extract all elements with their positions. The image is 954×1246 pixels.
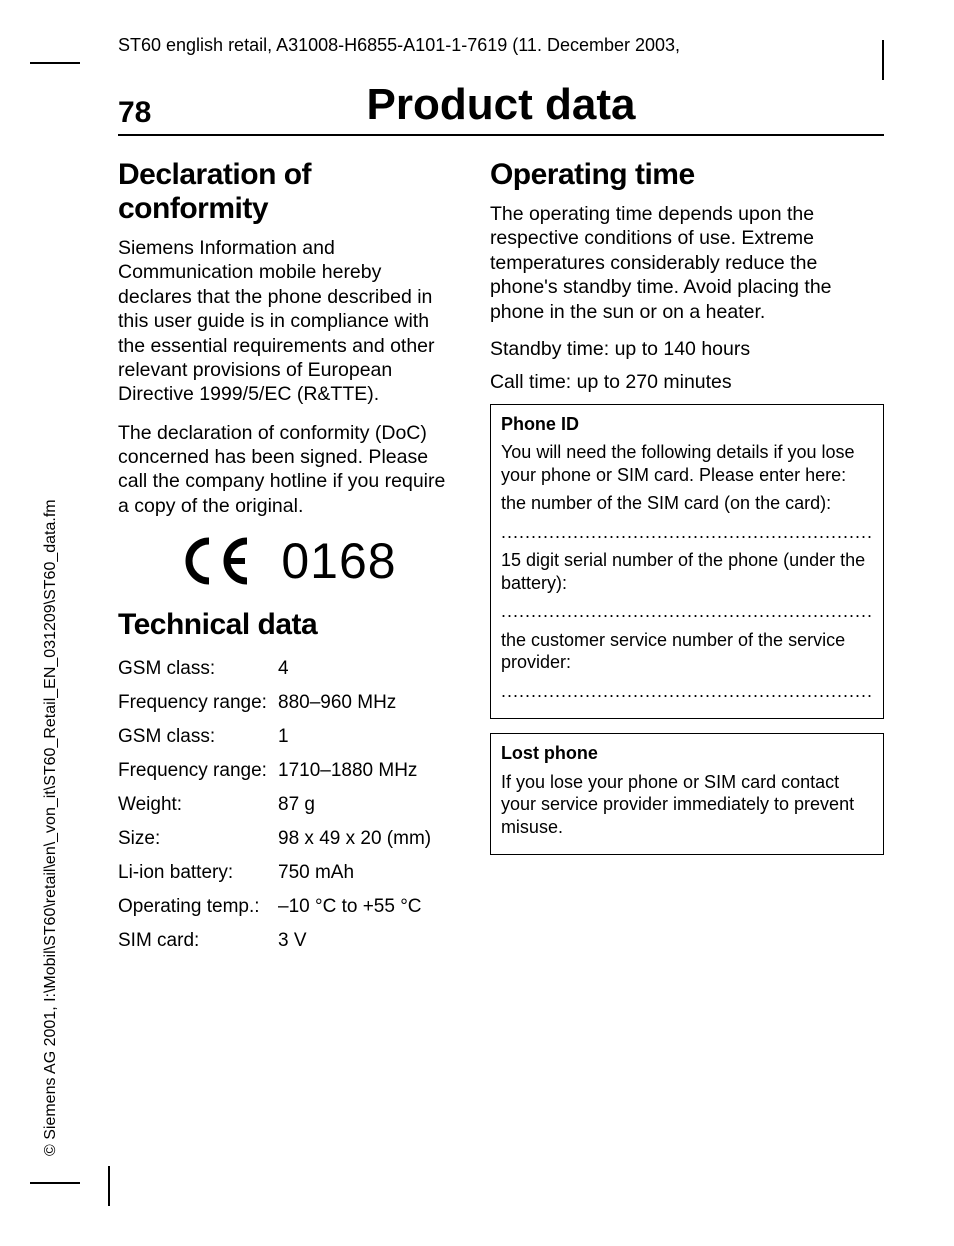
spec-value: 750 mAh [278, 856, 458, 890]
ce-number: 0168 [281, 532, 396, 590]
spec-label: Li-ion battery: [118, 856, 278, 890]
right-column: Operating time The operating time depend… [490, 158, 884, 958]
spec-label: Weight: [118, 788, 278, 822]
call-time: Call time: up to 270 minutes [490, 371, 884, 394]
box-title: Lost phone [501, 742, 873, 765]
operating-time-paragraph: The operating time depends upon the resp… [490, 202, 884, 324]
box-text: 15 digit serial number of the phone (und… [501, 549, 873, 594]
crop-mark [108, 1166, 110, 1206]
table-row: GSM class:4 [118, 652, 458, 686]
crop-mark [30, 62, 80, 64]
fill-in-line[interactable]: ........................................… [501, 600, 873, 623]
declaration-paragraph: The declaration of conformity (DoC) conc… [118, 421, 458, 519]
box-text: the number of the SIM card (on the card)… [501, 492, 873, 515]
spec-value: 98 x 49 x 20 (mm) [278, 822, 458, 856]
lost-phone-box: Lost phone If you lose your phone or SIM… [490, 733, 884, 855]
standby-time: Standby time: up to 140 hours [490, 338, 884, 361]
table-row: Size:98 x 49 x 20 (mm) [118, 822, 458, 856]
table-row: SIM card:3 V [118, 924, 458, 958]
spec-value: 4 [278, 652, 458, 686]
spec-label: Operating temp.: [118, 890, 278, 924]
spec-value: 3 V [278, 924, 458, 958]
declaration-paragraph: Siemens Information and Communication mo… [118, 236, 458, 407]
spec-value: 87 g [278, 788, 458, 822]
spec-label: GSM class: [118, 720, 278, 754]
table-row: Frequency range:880–960 MHz [118, 686, 458, 720]
heading-operating-time: Operating time [490, 158, 884, 192]
page-title: Product data [258, 80, 744, 130]
box-text: the customer service number of the servi… [501, 629, 873, 674]
heading-technical-data: Technical data [118, 608, 458, 642]
fill-in-line[interactable]: ........................................… [501, 680, 873, 703]
heading-declaration: Declaration of conformity [118, 158, 458, 226]
crop-mark [30, 1182, 80, 1184]
left-column: Declaration of conformity Siemens Inform… [118, 158, 458, 958]
ce-mark-block: 0168 [118, 532, 458, 590]
fill-in-line[interactable]: ........................................… [501, 521, 873, 544]
phone-id-box: Phone ID You will need the following det… [490, 404, 884, 720]
running-header: ST60 english retail, A31008-H6855-A101-1… [118, 35, 680, 56]
spec-label: Frequency range: [118, 686, 278, 720]
spec-label: SIM card: [118, 924, 278, 958]
side-copyright: © Siemens AG 2001, I:\Mobil\ST60\retail\… [42, 499, 60, 1156]
box-title: Phone ID [501, 413, 873, 436]
box-text: If you lose your phone or SIM card conta… [501, 771, 873, 839]
table-row: GSM class:1 [118, 720, 458, 754]
table-row: Frequency range:1710–1880 MHz [118, 754, 458, 788]
spec-value: 1 [278, 720, 458, 754]
table-row: Operating temp.:–10 °C to +55 °C [118, 890, 458, 924]
spec-label: GSM class: [118, 652, 278, 686]
spec-value: 1710–1880 MHz [278, 754, 458, 788]
box-text: You will need the following details if y… [501, 441, 873, 486]
page-number: 78 [118, 96, 258, 130]
page-header: 78 Product data [118, 80, 884, 136]
table-row: Li-ion battery:750 mAh [118, 856, 458, 890]
spec-label: Size: [118, 822, 278, 856]
table-row: Weight:87 g [118, 788, 458, 822]
spec-label: Frequency range: [118, 754, 278, 788]
spec-value: –10 °C to +55 °C [278, 890, 458, 924]
ce-mark-icon [179, 535, 257, 587]
spec-value: 880–960 MHz [278, 686, 458, 720]
technical-data-table: GSM class:4Frequency range:880–960 MHzGS… [118, 652, 458, 958]
crop-mark [882, 40, 884, 80]
